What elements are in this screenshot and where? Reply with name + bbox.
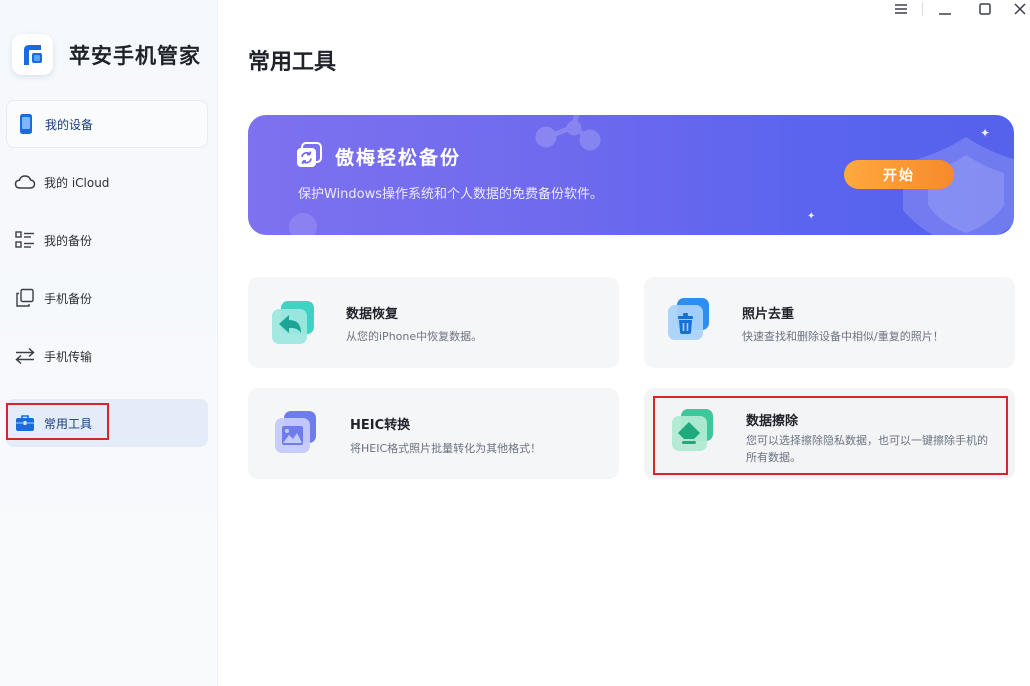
tool-title: 数据恢复 [346,307,399,322]
eraser-icon [670,407,718,455]
maximize-button[interactable] [972,0,998,18]
sidebar-item-common-tools[interactable]: 常用工具 [6,399,208,447]
sidebar-item-my-icloud[interactable]: 我的 iCloud [6,158,208,206]
maximize-icon [979,3,991,15]
sidebar-item-label: 手机备份 [44,291,93,306]
brand: 苹安手机管家 [12,34,201,75]
toolbox-icon [14,412,36,434]
cloud-icon [14,171,36,193]
undo-icon [270,298,318,346]
list-icon [14,229,36,251]
promo-banner: ✦ ✦ 傲梅轻松备份 保护Windows操作系统和个人数据的免费备份软件。 开始 [248,115,1014,235]
tool-card-heic-convert[interactable]: HEIC转换 将HEIC格式照片批量转化为其他格式！ [248,388,619,479]
sidebar-item-label: 我的 iCloud [44,175,110,190]
sidebar: 苹安手机管家 我的设备 我的 iCloud 我的备份 手机备份 手机传输 常用工… [0,0,218,686]
svg-text:✦: ✦ [980,126,990,140]
trash-icon [666,296,714,344]
sidebar-item-label: 常用工具 [44,416,93,431]
transfer-icon [14,345,36,367]
sidebar-item-label: 手机传输 [44,349,93,364]
menu-button[interactable] [888,0,914,18]
tool-title: HEIC转换 [350,418,411,433]
backup-app-icon [296,142,323,169]
close-button[interactable] [1010,0,1030,18]
titlebar-divider [922,2,923,16]
banner-subtitle: 保护Windows操作系统和个人数据的免费备份软件。 [298,187,604,202]
image-icon [273,409,321,457]
minimize-icon [939,13,951,15]
tool-title: 照片去重 [742,307,795,322]
banner-title: 傲梅轻松备份 [335,147,462,169]
tool-card-data-recovery[interactable]: 数据恢复 从您的iPhone中恢复数据。 [248,277,619,368]
sidebar-item-phone-backup[interactable]: 手机备份 [6,274,208,322]
tool-title: 数据擦除 [746,414,799,429]
tool-card-data-erase[interactable]: 数据擦除 您可以选择擦除隐私数据，也可以一键擦除手机的所有数据。 [644,388,1015,479]
sidebar-item-my-device[interactable]: 我的设备 [6,100,208,148]
app-name: 苹安手机管家 [69,43,201,68]
menu-icon [895,4,907,14]
tool-description: 将HEIC格式照片批量转化为其他格式！ [350,442,542,455]
start-button[interactable]: 开始 [844,160,954,189]
sidebar-item-my-backup[interactable]: 我的备份 [6,216,208,264]
minimize-button[interactable] [932,0,958,18]
tool-card-photo-dedupe[interactable]: 照片去重 快速查找和删除设备中相似/重复的照片！ [644,277,1015,368]
page-title: 常用工具 [248,50,337,75]
sidebar-item-label: 我的备份 [44,233,93,248]
sidebar-item-label: 我的设备 [45,117,94,132]
tool-description: 快速查找和删除设备中相似/重复的照片！ [742,330,944,343]
sidebar-item-phone-transfer[interactable]: 手机传输 [6,332,208,380]
copy-icon [14,287,36,309]
tool-description: 您可以选择擦除隐私数据，也可以一键擦除手机的所有数据。 [746,434,988,464]
tool-description: 从您的iPhone中恢复数据。 [346,330,483,343]
app-logo-icon [12,34,53,75]
close-icon [1014,3,1026,15]
phone-icon [15,113,37,135]
svg-text:✦: ✦ [807,211,815,222]
